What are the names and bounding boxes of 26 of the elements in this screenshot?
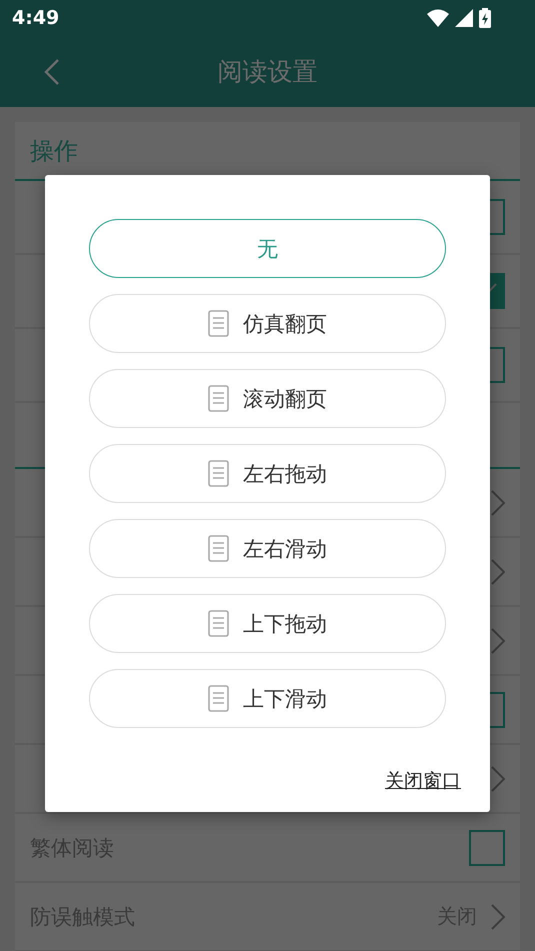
document-icon <box>208 310 229 337</box>
wifi-icon <box>427 9 449 27</box>
signal-icon <box>455 9 473 27</box>
chevron-right-icon <box>491 490 505 516</box>
document-icon <box>208 610 229 637</box>
page-turn-option[interactable]: 左右拖动 <box>89 444 446 503</box>
status-time: 4:49 <box>12 7 60 29</box>
page-turn-option[interactable]: 仿真翻页 <box>89 294 446 353</box>
chevron-right-icon <box>491 558 505 584</box>
document-icon <box>208 685 229 712</box>
checkbox[interactable] <box>469 830 505 866</box>
page-turn-option[interactable]: 左右滑动 <box>89 519 446 578</box>
section-header: 操作 <box>30 136 78 166</box>
chevron-right-icon <box>491 766 505 792</box>
page-title: 阅读设置 <box>218 56 318 88</box>
document-icon <box>208 385 229 412</box>
battery-icon <box>479 8 491 28</box>
page-turn-option[interactable]: 上下滑动 <box>89 669 446 728</box>
document-icon <box>208 460 229 487</box>
page-turn-option[interactable]: 上下拖动 <box>89 594 446 653</box>
chevron-right-icon <box>491 904 505 930</box>
chevron-right-icon <box>491 628 505 654</box>
document-icon <box>208 535 229 562</box>
close-window-link[interactable]: 关闭窗口 <box>385 770 461 792</box>
page-turn-option[interactable]: 滚动翻页 <box>89 369 446 428</box>
back-icon[interactable] <box>44 58 60 84</box>
